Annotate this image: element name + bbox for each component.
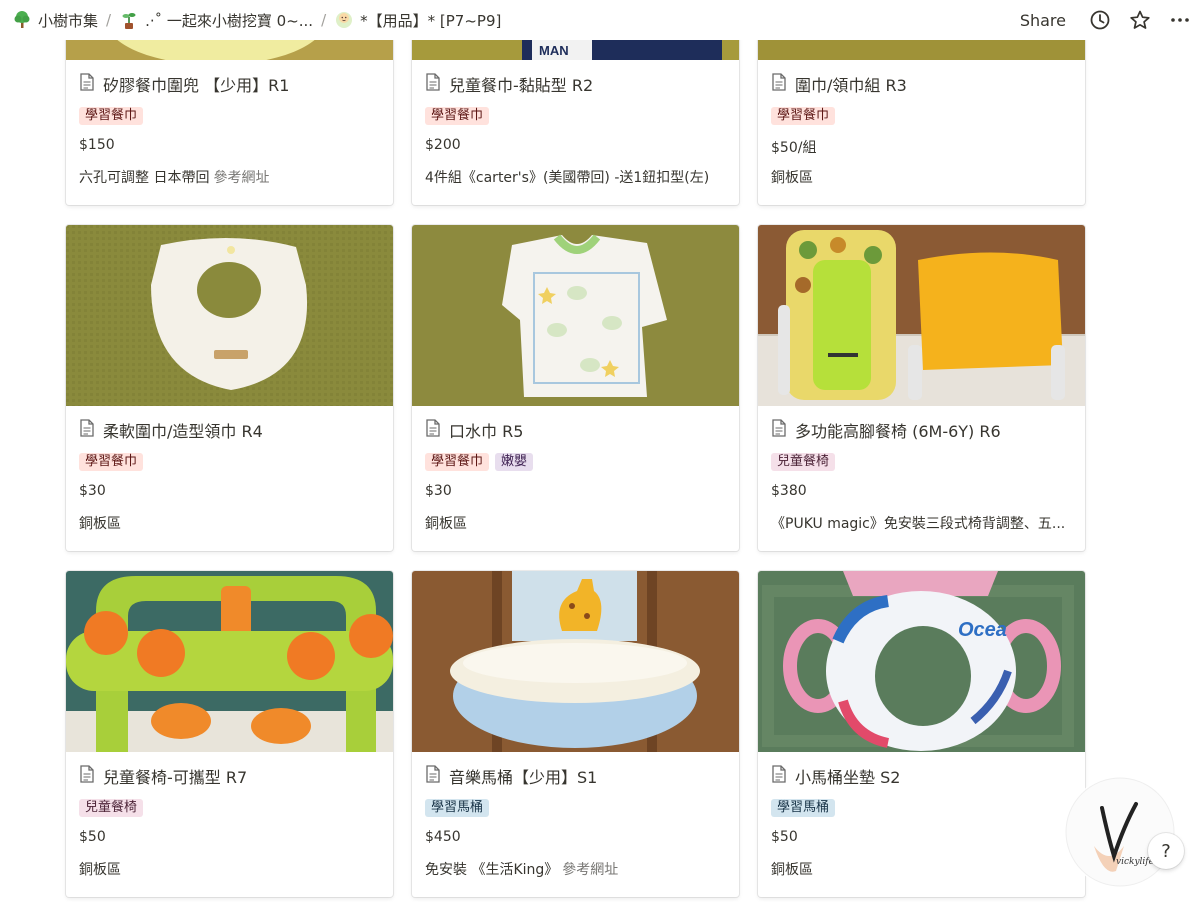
note-text: 銅板區: [425, 516, 467, 531]
page-icon: [79, 73, 95, 95]
card-price: $150: [79, 137, 115, 153]
card-price: $30: [425, 483, 452, 499]
note-text: 六孔可調整 日本帶回: [79, 170, 210, 185]
breadcrumb: 小樹市集 / .‧˚ 一起來小樹挖寶 0~... / *【用品】* [P7~P9…: [8, 8, 1014, 33]
help-button[interactable]: ?: [1148, 833, 1184, 869]
card-price: $380: [771, 483, 807, 499]
share-button[interactable]: Share: [1014, 9, 1072, 32]
card-note: 銅板區: [425, 513, 726, 531]
baby-bottle-icon: [334, 10, 354, 30]
breadcrumb-item-market[interactable]: 小樹市集: [8, 8, 102, 33]
tag: 兒童餐椅: [771, 453, 836, 471]
tag: 學習餐巾: [79, 453, 144, 471]
card-note: 銅板區: [771, 859, 1072, 877]
top-bar: 小樹市集 / .‧˚ 一起來小樹挖寶 0~... / *【用品】* [P7~P9…: [0, 0, 1200, 40]
card-price: $200: [425, 137, 461, 153]
breadcrumb-label: 小樹市集: [38, 11, 99, 30]
note-text: 銅板區: [771, 170, 813, 185]
tag: 學習餐巾: [771, 107, 836, 125]
card-note: 銅板區: [79, 859, 380, 877]
card-note: 銅板區: [79, 513, 380, 531]
card-price: $450: [425, 829, 461, 845]
card-title: 矽膠餐巾圍兜 【少用】R1: [103, 76, 290, 95]
card-title: 小馬桶坐墊 S2: [795, 768, 901, 787]
card-cover-image: [412, 571, 739, 752]
card-title: 音樂馬桶【少用】S1: [449, 768, 598, 787]
tag: 兒童餐椅: [79, 799, 144, 817]
breadcrumb-separator: /: [321, 11, 327, 29]
card-cover-image: [66, 571, 393, 752]
breadcrumb-separator: /: [106, 11, 112, 29]
tag: 學習餐巾: [425, 107, 490, 125]
gallery-view: 矽膠餐巾圍兜 【少用】R1 學習餐巾 $150 六孔可調整 日本帶回 參考網址 M…: [66, 0, 1086, 902]
card-note: 免安裝 《生活King》 參考網址: [425, 859, 726, 877]
note-text: 銅板區: [79, 862, 121, 877]
tag: 嫩嬰: [495, 453, 534, 471]
gallery-card[interactable]: Ocea 小馬桶坐墊 S2 學習馬桶 $50 銅板區: [758, 571, 1085, 897]
note-text: 銅板區: [79, 516, 121, 531]
card-cover-image: [758, 225, 1085, 406]
page-icon: [771, 73, 787, 95]
top-actions: Share: [1014, 8, 1192, 32]
page-icon: [771, 419, 787, 441]
watermark-text: vickylife: [1116, 857, 1154, 867]
gallery-card[interactable]: 口水巾 R5 學習餐巾 嫩嬰 $30 銅板區: [412, 225, 739, 551]
gallery-card[interactable]: 音樂馬桶【少用】S1 學習馬桶 $450 免安裝 《生活King》 參考網址: [412, 571, 739, 897]
card-title: 口水巾 R5: [449, 422, 524, 441]
card-title: 圍巾/領巾組 R3: [795, 76, 907, 95]
tag: 學習餐巾: [425, 453, 490, 471]
card-price: $50: [79, 829, 106, 845]
gallery-card[interactable]: 兒童餐椅-可攜型 R7 兒童餐椅 $50 銅板區: [66, 571, 393, 897]
card-price: $50/組: [771, 140, 817, 156]
gallery-card[interactable]: 多功能高腳餐椅 (6M-6Y) R6 兒童餐椅 $380 《PUKU magic…: [758, 225, 1085, 551]
card-note: 4件組《carter's》(美國帶回) -送1鈕扣型(左): [425, 167, 726, 185]
card-title: 兒童餐巾-黏貼型 R2: [449, 76, 594, 95]
clock-icon[interactable]: [1088, 8, 1112, 32]
note-text: 4件組《carter's》(美國帶回) -送1鈕扣型(左): [425, 170, 710, 185]
tag: 學習馬桶: [771, 799, 836, 817]
page-icon: [425, 765, 441, 787]
breadcrumb-label: *【用品】* [P7~P9]: [360, 11, 502, 30]
card-note: 銅板區: [771, 167, 1072, 185]
card-title: 多功能高腳餐椅 (6M-6Y) R6: [795, 422, 1001, 441]
card-cover-image: [412, 225, 739, 406]
seedling-icon: [119, 10, 139, 30]
watermark-logo: vickylife: [1064, 776, 1176, 888]
reference-link[interactable]: 參考網址: [562, 862, 618, 877]
note-text: 銅板區: [771, 862, 813, 877]
tag: 學習餐巾: [79, 107, 144, 125]
card-title: 兒童餐椅-可攜型 R7: [103, 768, 248, 787]
card-cover-image: [66, 225, 393, 406]
note-text: 《PUKU magic》免安裝三段式椅背調整、五...: [771, 516, 1066, 531]
card-note: 六孔可調整 日本帶回 參考網址: [79, 167, 380, 185]
card-title: 柔軟圍巾/造型領巾 R4: [103, 422, 263, 441]
breadcrumb-label: .‧˚ 一起來小樹挖寶 0~...: [145, 11, 314, 30]
help-area: vickylife ?: [1062, 770, 1194, 902]
page-icon: [771, 765, 787, 787]
reference-link[interactable]: 參考網址: [213, 170, 269, 185]
gallery-card[interactable]: 柔軟圍巾/造型領巾 R4 學習餐巾 $30 銅板區: [66, 225, 393, 551]
svg-text:MAN: MAN: [539, 43, 569, 58]
card-price: $50: [771, 829, 798, 845]
note-text: 免安裝 《生活King》: [425, 862, 559, 877]
tag: 學習馬桶: [425, 799, 490, 817]
page-icon: [425, 73, 441, 95]
more-icon[interactable]: [1168, 8, 1192, 32]
star-icon[interactable]: [1128, 8, 1152, 32]
page-icon: [79, 419, 95, 441]
card-price: $30: [79, 483, 106, 499]
tree-icon: [12, 10, 32, 30]
card-note: 《PUKU magic》免安裝三段式椅背調整、五...: [771, 513, 1072, 531]
page-icon: [79, 765, 95, 787]
breadcrumb-item-treasure[interactable]: .‧˚ 一起來小樹挖寶 0~...: [115, 8, 317, 33]
page-icon: [425, 419, 441, 441]
breadcrumb-item-current[interactable]: *【用品】* [P7~P9]: [330, 8, 505, 33]
svg-text:Ocea: Ocea: [958, 619, 1007, 641]
card-cover-image: Ocea: [758, 571, 1085, 752]
